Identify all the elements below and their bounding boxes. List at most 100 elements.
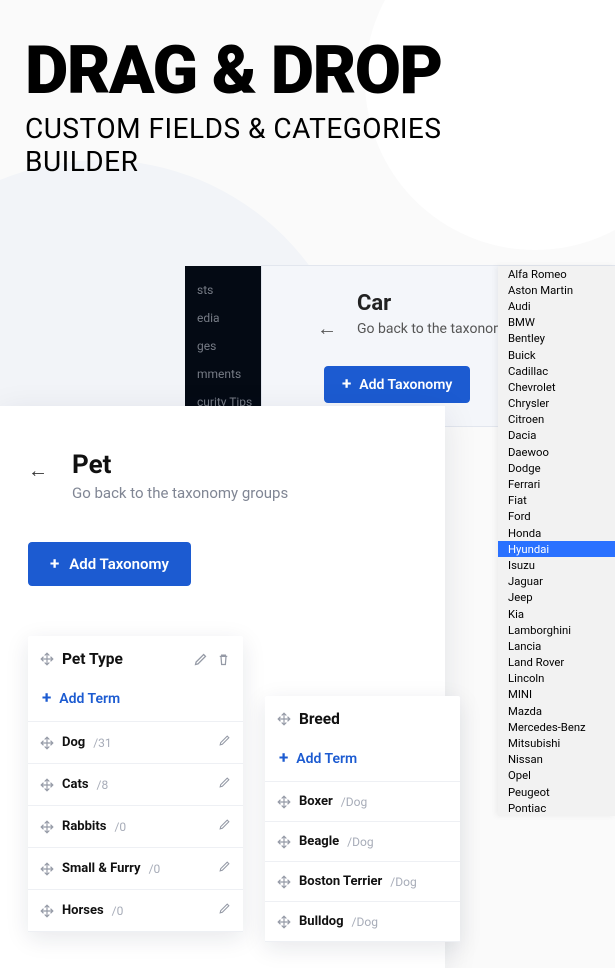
delete-icon[interactable] xyxy=(216,652,231,667)
dropdown-option[interactable]: Kia xyxy=(498,606,615,622)
term-name: Cats xyxy=(62,777,89,792)
term-row[interactable]: Boston Terrier/Dog xyxy=(265,862,460,902)
dropdown-option[interactable]: Honda xyxy=(498,525,615,541)
dropdown-option[interactable]: Fiat xyxy=(498,493,615,509)
dropdown-option[interactable]: Peugeot xyxy=(498,784,615,800)
car-brand-dropdown[interactable]: Alfa RomeoAston MartinAudiBMWBentleyBuic… xyxy=(498,266,615,816)
term-row[interactable]: Cats/8 xyxy=(28,764,243,806)
term-row[interactable]: Beagle/Dog xyxy=(265,822,460,862)
dropdown-option[interactable]: Ford xyxy=(498,509,615,525)
page-subtitle: Go back to the taxonomy groups xyxy=(72,484,288,502)
dropdown-option[interactable]: Aston Martin xyxy=(498,282,615,298)
back-subtitle: Go back to the taxonomy xyxy=(357,321,512,337)
term-row[interactable]: Dog/31 xyxy=(28,722,243,764)
dropdown-option[interactable]: Lancia xyxy=(498,638,615,654)
add-taxonomy-button[interactable]: + Add Taxonomy xyxy=(28,542,191,586)
dropdown-option[interactable]: BMW xyxy=(498,315,615,331)
add-term-button[interactable]: + Add Term xyxy=(28,682,243,722)
move-icon[interactable] xyxy=(40,820,54,834)
term-count: /0 xyxy=(112,904,124,918)
move-icon[interactable] xyxy=(277,712,291,726)
term-count: /31 xyxy=(93,736,111,750)
front-panel: ← Pet Go back to the taxonomy groups + A… xyxy=(0,406,445,968)
nav-item[interactable]: mments xyxy=(197,360,252,388)
back-arrow-icon[interactable]: ← xyxy=(317,316,337,341)
plus-icon: + xyxy=(342,376,351,393)
admin-nav: sts edia ges mments curity Tips xyxy=(197,276,252,416)
term-row[interactable]: Rabbits/0 xyxy=(28,806,243,848)
back-arrow-icon[interactable]: ← xyxy=(28,458,48,483)
term-row[interactable]: Bulldog/Dog xyxy=(265,902,460,942)
term-count: /0 xyxy=(149,862,161,876)
term-name: Horses xyxy=(62,903,104,918)
term-name: Boston Terrier xyxy=(299,874,382,889)
move-icon[interactable] xyxy=(277,835,291,849)
plus-icon: + xyxy=(279,750,288,767)
dropdown-option[interactable]: MINI xyxy=(498,687,615,703)
nav-item[interactable]: edia xyxy=(197,304,252,332)
edit-icon[interactable] xyxy=(193,652,208,667)
term-name: Dog xyxy=(62,735,85,750)
dropdown-option[interactable]: Isuzu xyxy=(498,557,615,573)
term-name: Small & Furry xyxy=(62,861,141,876)
term-count: /8 xyxy=(97,778,109,792)
term-parent: /Dog xyxy=(352,915,378,929)
dropdown-option[interactable]: Daewoo xyxy=(498,444,615,460)
dropdown-option[interactable]: Mitsubishi xyxy=(498,735,615,751)
dropdown-option[interactable]: Opel xyxy=(498,768,615,784)
dropdown-option[interactable]: Pontiac xyxy=(498,800,615,816)
dropdown-option[interactable]: Chrysler xyxy=(498,396,615,412)
dropdown-option[interactable]: Buick xyxy=(498,347,615,363)
hero-title: DRAG & DROP xyxy=(25,40,590,104)
dropdown-option[interactable]: Lamborghini xyxy=(498,622,615,638)
nav-item[interactable]: ges xyxy=(197,332,252,360)
dropdown-option[interactable]: Chevrolet xyxy=(498,379,615,395)
dropdown-option[interactable]: Dacia xyxy=(498,428,615,444)
nav-item[interactable]: sts xyxy=(197,276,252,304)
dropdown-option[interactable]: Ferrari xyxy=(498,476,615,492)
term-name: Boxer xyxy=(299,794,333,809)
term-row[interactable]: Horses/0 xyxy=(28,890,243,932)
term-parent: /Dog xyxy=(341,795,367,809)
term-row[interactable]: Small & Furry/0 xyxy=(28,848,243,890)
dropdown-option[interactable]: Jaguar xyxy=(498,574,615,590)
dropdown-option[interactable]: Land Rover xyxy=(498,655,615,671)
term-name: Beagle xyxy=(299,834,339,849)
move-icon[interactable] xyxy=(40,862,54,876)
move-icon[interactable] xyxy=(277,795,291,809)
edit-icon[interactable] xyxy=(218,734,231,747)
dropdown-option[interactable]: Cadillac xyxy=(498,363,615,379)
hero-subtitle: CUSTOM FIELDS & CATEGORIES BUILDER xyxy=(25,112,590,179)
dropdown-option[interactable]: Bentley xyxy=(498,331,615,347)
plus-icon: + xyxy=(50,556,59,573)
move-icon[interactable] xyxy=(40,736,54,750)
dropdown-option[interactable]: Audi xyxy=(498,298,615,314)
dropdown-option[interactable]: Mercedes-Benz xyxy=(498,719,615,735)
term-name: Rabbits xyxy=(62,819,106,834)
move-icon[interactable] xyxy=(277,915,291,929)
dropdown-option[interactable]: Citroen xyxy=(498,412,615,428)
taxonomy-card-pettype: Pet Type + Add Term Dog/31Cats/8Rabbits/… xyxy=(28,636,243,932)
move-icon[interactable] xyxy=(277,875,291,889)
dropdown-option[interactable]: Jeep xyxy=(498,590,615,606)
term-row[interactable]: Boxer/Dog xyxy=(265,782,460,822)
edit-icon[interactable] xyxy=(218,776,231,789)
move-icon[interactable] xyxy=(40,904,54,918)
dropdown-option[interactable]: Nissan xyxy=(498,752,615,768)
move-icon[interactable] xyxy=(40,652,54,666)
dropdown-option[interactable]: Hyundai xyxy=(498,541,615,557)
edit-icon[interactable] xyxy=(218,902,231,915)
dropdown-option[interactable]: Mazda xyxy=(498,703,615,719)
move-icon[interactable] xyxy=(40,778,54,792)
dropdown-option[interactable]: Alfa Romeo xyxy=(498,266,615,282)
dropdown-option[interactable]: Dodge xyxy=(498,460,615,476)
add-term-button[interactable]: + Add Term xyxy=(265,742,460,782)
edit-icon[interactable] xyxy=(218,860,231,873)
edit-icon[interactable] xyxy=(218,818,231,831)
back-title: Car xyxy=(357,291,391,316)
term-parent: /Dog xyxy=(347,835,373,849)
plus-icon: + xyxy=(42,690,51,707)
card-title: Pet Type xyxy=(62,650,185,668)
add-taxonomy-button-back[interactable]: + Add Taxonomy xyxy=(324,366,470,403)
dropdown-option[interactable]: Lincoln xyxy=(498,671,615,687)
